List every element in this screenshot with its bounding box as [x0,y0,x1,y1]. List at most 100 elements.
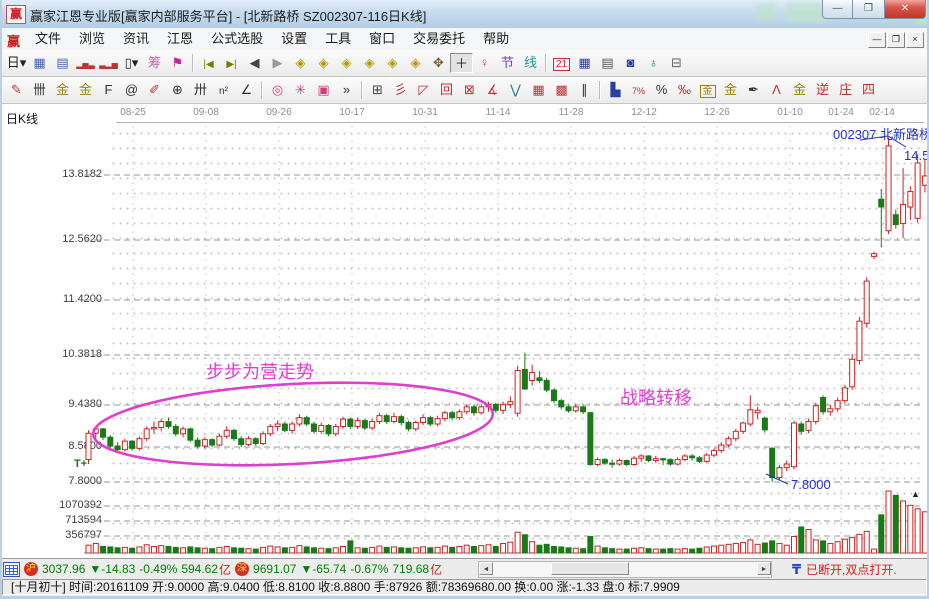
menu-item-7[interactable]: 窗口 [360,28,404,50]
expand-all-diamond-icon[interactable]: ◈ [404,53,427,73]
angle-fan-icon[interactable]: ∡ [481,80,504,100]
gold-ratio-h-icon[interactable]: 金 [51,80,74,100]
node-tool-icon[interactable]: 节 [496,53,519,73]
parallel-lines-icon[interactable]: ∥ [573,80,596,100]
gold-ratio-v-icon[interactable]: 金 [74,80,97,100]
pin-tool-icon[interactable]: ♀ [473,53,496,73]
wave-spiral-icon[interactable]: @ [120,80,143,100]
period-day-dropdown-icon[interactable]: 日▾ [5,53,28,73]
menu-item-3[interactable]: 江恩 [158,28,202,50]
more-tools-chevron-icon[interactable]: » [335,80,358,100]
square-spiral-icon: 回 [440,82,453,97]
gold-circle-icon[interactable]: 金 [696,80,719,100]
candle-style-dropdown-icon[interactable]: ▯▾ [120,53,143,73]
scroll-left-arrow[interactable]: ◄ [479,562,493,575]
menu-item-1[interactable]: 浏览 [70,28,114,50]
minute-chart-3-icon[interactable]: ▂▅▃ [74,53,97,73]
calculator-icon[interactable]: ▦ [573,53,596,73]
stat-bars-icon[interactable]: ▙ [604,80,627,100]
red-grid2-icon[interactable]: ▩ [550,80,573,100]
region-zoom-icon[interactable]: ▦ [28,53,51,73]
red-grid-icon[interactable]: ▦ [527,80,550,100]
zoom-left-diamond-icon[interactable]: ◈ [289,53,312,73]
chip-distribution-icon[interactable]: 筹 [143,53,166,73]
gann-box-fan-icon[interactable]: ◸ [412,80,435,100]
target-circle-icon[interactable]: ◎ [266,80,289,100]
gann-fan-icon[interactable]: 彡 [389,80,412,100]
zoom-h-diamond-icon[interactable]: ◈ [335,53,358,73]
menu-item-5[interactable]: 设置 [272,28,316,50]
step-back-icon[interactable]: ◀ [243,53,266,73]
x-box-icon: ⊠ [464,82,475,97]
mdi-close-button[interactable]: × [906,32,924,48]
sh-index-value: 3037.96 [42,562,85,576]
window-maximize-button[interactable]: ❐ [853,0,884,19]
toolbar-separator [599,81,601,99]
step-forward-icon[interactable]: ▶ [266,53,289,73]
connection-status[interactable]: ₸ 已断开,双点打开. [792,561,897,578]
percent-rate-icon[interactable]: ‰ [673,80,696,100]
window-line-icon[interactable]: ⊞ [366,80,389,100]
percent-icon[interactable]: % [650,80,673,100]
zoom-right-diamond-icon[interactable]: ◈ [312,53,335,73]
stat-bars-icon: ▙ [611,82,621,97]
menu-item-9[interactable]: 帮助 [474,28,518,50]
line-tool-icon[interactable]: 线 [519,53,542,73]
horizontal-scrollbar[interactable]: ◄ ► [478,561,772,578]
scroll-right-arrow[interactable]: ► [757,562,771,575]
menu-item-6[interactable]: 工具 [316,28,360,50]
price-grid-icon[interactable]: 卌 [28,80,51,100]
draw-pencil-icon[interactable]: ✐ [143,80,166,100]
target-star-icon[interactable]: ✳ [289,80,312,100]
jump-last-icon[interactable]: ▶| [220,53,243,73]
redacted-blob [756,4,776,20]
minute-chart-9-icon[interactable]: ▃▂▅ [97,53,120,73]
angle-ruler-icon[interactable]: ∠ [235,80,258,100]
ni-angle-icon[interactable]: 逆 [811,80,834,100]
calendar-21-icon[interactable]: 21 [550,53,573,73]
window-close-button[interactable]: ✕ [884,0,926,19]
time-grid-icon[interactable]: 卅 [189,80,212,100]
scrollbar-thumb[interactable] [551,562,629,575]
menu-item-4[interactable]: 公式选股 [202,28,272,50]
sz-index-amount: 719.68 [392,562,429,576]
save-icon[interactable]: ◙ [619,53,642,73]
gold-underline-icon[interactable]: 金 [719,80,742,100]
crosshair-tool-icon[interactable]: ＋ [450,53,473,73]
title-bar[interactable]: 赢 赢家江恩专业版[赢家内部服务平台] - [北新路桥 SZ002307-116… [0,0,929,29]
v-lines-icon[interactable]: ⋁ [504,80,527,100]
jump-first-icon[interactable]: |◀ [197,53,220,73]
circle-cycle-icon[interactable]: ⊕ [166,80,189,100]
memo-icon[interactable]: ▤ [596,53,619,73]
price-grid-icon: 卌 [33,82,46,97]
mdi-restore-button[interactable]: ❐ [887,32,905,48]
wave-a-icon[interactable]: Λ [765,80,788,100]
brush-candle-icon[interactable]: ✒ [742,80,765,100]
color-flag-icon[interactable]: ⚑ [166,53,189,73]
percent-7-icon[interactable]: 7% [627,80,650,100]
target-square-icon[interactable]: ▣ [312,80,335,100]
gold-ratio-h-icon: 金 [56,82,69,97]
fibonacci-f-icon[interactable]: F [97,80,120,100]
window-minimize-button[interactable]: — [822,0,853,19]
trade-transfer-icon: ⊟ [671,55,682,70]
square-spiral-icon[interactable]: 回 [435,80,458,100]
web-data-icon[interactable]: ♁ [642,53,665,73]
mdi-minimize-button[interactable]: — [868,32,886,48]
wave-spiral-icon: @ [125,82,138,97]
compress-all-diamond-icon[interactable]: ◈ [381,53,404,73]
x-box-icon[interactable]: ⊠ [458,80,481,100]
draw-brush-icon[interactable]: ✎ [5,80,28,100]
n-square-icon[interactable]: n² [212,80,235,100]
gold-angle-icon[interactable]: 金 [788,80,811,100]
info-report-icon[interactable]: ▤ [51,53,74,73]
si-angle-icon[interactable]: 四 [857,80,880,100]
hand-tool-icon[interactable]: ✥ [427,53,450,73]
menu-item-2[interactable]: 资讯 [114,28,158,50]
trade-transfer-icon[interactable]: ⊟ [665,53,688,73]
compress-h-diamond-icon[interactable]: ◈ [358,53,381,73]
zhuang-angle-icon[interactable]: 庄 [834,80,857,100]
quote-table-icon[interactable] [3,562,20,577]
menu-item-0[interactable]: 文件 [26,28,70,50]
menu-item-8[interactable]: 交易委托 [404,28,474,50]
